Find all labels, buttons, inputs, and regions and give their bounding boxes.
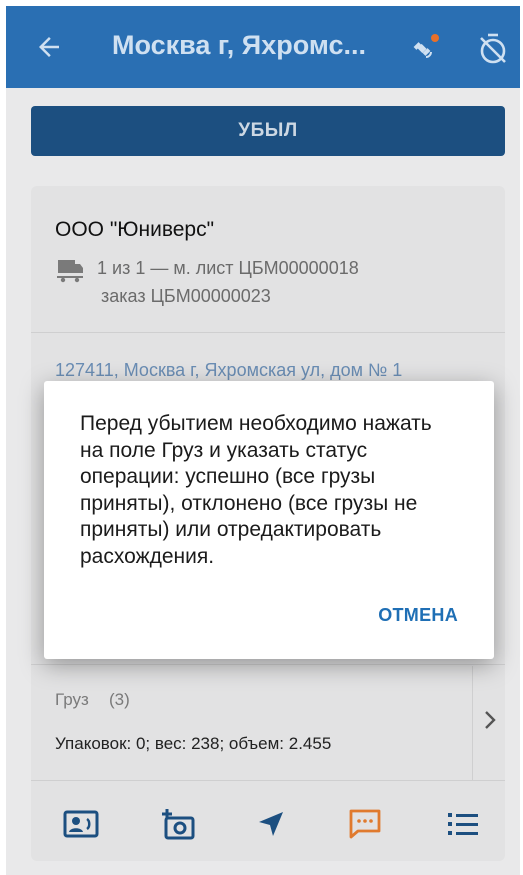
- alert-dialog: Перед убытием необходимо нажать на поле …: [44, 381, 494, 659]
- order-info: заказ ЦБМ00000023: [101, 286, 271, 306]
- divider: [31, 332, 505, 333]
- navigation-arrow-icon: [259, 812, 283, 836]
- cancel-button[interactable]: ОТМЕНА: [378, 605, 458, 626]
- truck-icon: [57, 260, 83, 283]
- divider: [31, 780, 505, 781]
- contact-card-button[interactable]: [61, 804, 101, 844]
- add-photo-icon: [162, 809, 195, 840]
- message-button[interactable]: [345, 804, 385, 844]
- address-link[interactable]: 127411, Москва г, Яхромская ул, дом № 1: [55, 360, 402, 381]
- back-arrow-icon[interactable]: [34, 32, 64, 62]
- company-name: ООО "Юниверс": [55, 218, 215, 241]
- add-photo-button[interactable]: [158, 804, 198, 844]
- satellite-icon[interactable]: [406, 30, 442, 66]
- divider: [472, 666, 473, 780]
- app-bar: Москва г, Яхромс...: [6, 6, 520, 88]
- page-title: Москва г, Яхромс...: [112, 30, 366, 60]
- timer-off-icon[interactable]: [476, 30, 510, 66]
- cargo-label: Груз: [55, 690, 89, 709]
- route-sheet-info: 1 из 1 — м. лист ЦБМ00000018: [97, 258, 359, 278]
- cargo-count: (3): [109, 690, 130, 709]
- message-icon: [349, 809, 381, 839]
- dialog-message: Перед убытием необходимо нажать на поле …: [80, 412, 432, 568]
- navigate-button[interactable]: [251, 804, 291, 844]
- contact-card-icon: [63, 810, 99, 838]
- list-icon: [448, 813, 478, 835]
- list-button[interactable]: [443, 804, 483, 844]
- chevron-right-icon[interactable]: [481, 708, 499, 732]
- depart-button[interactable]: УБЫЛ: [31, 106, 505, 156]
- cargo-summary: Упаковок: 0; вес: 238; объем: 2.455: [55, 734, 332, 753]
- divider: [31, 664, 505, 665]
